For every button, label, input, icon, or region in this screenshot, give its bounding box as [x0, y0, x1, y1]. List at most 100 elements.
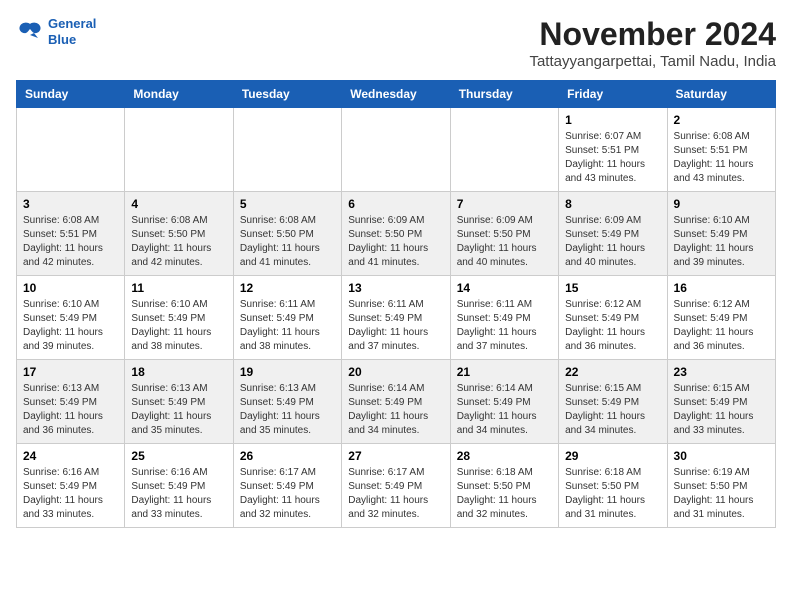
- day-cell: 2 Sunrise: 6:08 AMSunset: 5:51 PMDaylight…: [667, 108, 775, 192]
- day-info: Sunrise: 6:08 AMSunset: 5:50 PMDaylight:…: [240, 214, 335, 270]
- day-info: Sunrise: 6:11 AMSunset: 5:49 PMDaylight:…: [457, 298, 552, 354]
- day-cell: 12 Sunrise: 6:11 AMSunset: 5:49 PMDayligh…: [233, 276, 341, 360]
- day-cell: 13Sunrise: 6:11 AMSunset: 5:49 PMDayligh…: [342, 276, 450, 360]
- day-cell: 1Sunrise: 6:07 AMSunset: 5:51 PMDaylight…: [559, 108, 667, 192]
- calendar-table: SundayMondayTuesdayWednesdayThursdayFrid…: [16, 80, 776, 528]
- day-info: Sunrise: 6:13 AMSunset: 5:49 PMDaylight:…: [131, 382, 226, 438]
- day-info: Sunrise: 6:14 AMSunset: 5:49 PMDaylight:…: [348, 382, 443, 438]
- day-number: 17: [23, 365, 118, 379]
- day-number: 20: [348, 365, 443, 379]
- day-number: 9: [674, 197, 769, 211]
- day-number: 23: [674, 365, 769, 379]
- day-number: 3: [23, 197, 118, 211]
- header-cell-tuesday: Tuesday: [233, 81, 341, 108]
- header-cell-thursday: Thursday: [450, 81, 558, 108]
- day-cell: 20 Sunrise: 6:14 AMSunset: 5:49 PMDayligh…: [342, 360, 450, 444]
- title-block: November 2024 Tattayyangarpettai, Tamil …: [529, 16, 776, 70]
- header-cell-wednesday: Wednesday: [342, 81, 450, 108]
- day-number: 8: [565, 197, 660, 211]
- day-number: 5: [240, 197, 335, 211]
- day-cell: 16 Sunrise: 6:12 AMSunset: 5:49 PMDayligh…: [667, 276, 775, 360]
- day-cell: [342, 108, 450, 192]
- day-number: 6: [348, 197, 443, 211]
- day-info: Sunrise: 6:17 AMSunset: 5:49 PMDaylight:…: [240, 466, 335, 522]
- day-info: Sunrise: 6:11 AMSunset: 5:49 PMDaylight:…: [240, 298, 335, 354]
- day-info: Sunrise: 6:16 AMSunset: 5:49 PMDaylight:…: [131, 466, 226, 522]
- header-cell-sunday: Sunday: [17, 81, 125, 108]
- day-cell: 8 Sunrise: 6:09 AMSunset: 5:49 PMDaylight…: [559, 192, 667, 276]
- day-info: Sunrise: 6:10 AMSunset: 5:49 PMDaylight:…: [131, 298, 226, 354]
- day-number: 19: [240, 365, 335, 379]
- day-cell: 3 Sunrise: 6:08 AMSunset: 5:51 PMDaylight…: [17, 192, 125, 276]
- day-number: 22: [565, 365, 660, 379]
- week-row-1: 1Sunrise: 6:07 AMSunset: 5:51 PMDaylight…: [17, 108, 776, 192]
- week-row-3: 10 Sunrise: 6:10 AMSunset: 5:49 PMDayligh…: [17, 276, 776, 360]
- day-number: 16: [674, 281, 769, 295]
- header-cell-friday: Friday: [559, 81, 667, 108]
- day-info: Sunrise: 6:08 AMSunset: 5:51 PMDaylight:…: [674, 130, 769, 186]
- page-subtitle: Tattayyangarpettai, Tamil Nadu, India: [529, 53, 776, 70]
- day-cell: 26 Sunrise: 6:17 AMSunset: 5:49 PMDayligh…: [233, 444, 341, 528]
- day-number: 28: [457, 449, 552, 463]
- day-cell: 28 Sunrise: 6:18 AMSunset: 5:50 PMDayligh…: [450, 444, 558, 528]
- day-info: Sunrise: 6:16 AMSunset: 5:49 PMDaylight:…: [23, 466, 118, 522]
- day-cell: 19Sunrise: 6:13 AMSunset: 5:49 PMDayligh…: [233, 360, 341, 444]
- day-number: 1: [565, 113, 660, 127]
- day-number: 10: [23, 281, 118, 295]
- day-cell: 25 Sunrise: 6:16 AMSunset: 5:49 PMDayligh…: [125, 444, 233, 528]
- day-cell: 27 Sunrise: 6:17 AMSunset: 5:49 PMDayligh…: [342, 444, 450, 528]
- day-cell: 22Sunrise: 6:15 AMSunset: 5:49 PMDayligh…: [559, 360, 667, 444]
- day-info: Sunrise: 6:09 AMSunset: 5:49 PMDaylight:…: [565, 214, 660, 270]
- logo-blue: Blue: [48, 32, 76, 47]
- day-number: 18: [131, 365, 226, 379]
- day-info: Sunrise: 6:15 AMSunset: 5:49 PMDaylight:…: [674, 382, 769, 438]
- page-header: General Blue November 2024 Tattayyangarp…: [16, 16, 776, 70]
- day-number: 2: [674, 113, 769, 127]
- day-info: Sunrise: 6:08 AMSunset: 5:50 PMDaylight:…: [131, 214, 226, 270]
- day-cell: 17 Sunrise: 6:13 AMSunset: 5:49 PMDayligh…: [17, 360, 125, 444]
- day-cell: 30 Sunrise: 6:19 AMSunset: 5:50 PMDayligh…: [667, 444, 775, 528]
- day-cell: 5 Sunrise: 6:08 AMSunset: 5:50 PMDaylight…: [233, 192, 341, 276]
- day-number: 25: [131, 449, 226, 463]
- day-cell: 6 Sunrise: 6:09 AMSunset: 5:50 PMDaylight…: [342, 192, 450, 276]
- logo-text: General Blue: [48, 16, 96, 47]
- day-number: 24: [23, 449, 118, 463]
- week-row-5: 24 Sunrise: 6:16 AMSunset: 5:49 PMDayligh…: [17, 444, 776, 528]
- day-number: 29: [565, 449, 660, 463]
- day-number: 13: [348, 281, 443, 295]
- day-number: 7: [457, 197, 552, 211]
- logo-bird-icon: [16, 20, 44, 44]
- week-row-4: 17 Sunrise: 6:13 AMSunset: 5:49 PMDayligh…: [17, 360, 776, 444]
- day-info: Sunrise: 6:12 AMSunset: 5:49 PMDaylight:…: [674, 298, 769, 354]
- day-number: 27: [348, 449, 443, 463]
- day-info: Sunrise: 6:19 AMSunset: 5:50 PMDaylight:…: [674, 466, 769, 522]
- day-info: Sunrise: 6:09 AMSunset: 5:50 PMDaylight:…: [348, 214, 443, 270]
- day-cell: 14 Sunrise: 6:11 AMSunset: 5:49 PMDayligh…: [450, 276, 558, 360]
- day-info: Sunrise: 6:17 AMSunset: 5:49 PMDaylight:…: [348, 466, 443, 522]
- page-title: November 2024: [529, 16, 776, 53]
- day-cell: [233, 108, 341, 192]
- day-info: Sunrise: 6:10 AMSunset: 5:49 PMDaylight:…: [23, 298, 118, 354]
- day-info: Sunrise: 6:18 AMSunset: 5:50 PMDaylight:…: [457, 466, 552, 522]
- day-number: 14: [457, 281, 552, 295]
- day-number: 11: [131, 281, 226, 295]
- day-cell: 7 Sunrise: 6:09 AMSunset: 5:50 PMDaylight…: [450, 192, 558, 276]
- day-number: 15: [565, 281, 660, 295]
- header-row: SundayMondayTuesdayWednesdayThursdayFrid…: [17, 81, 776, 108]
- day-info: Sunrise: 6:18 AMSunset: 5:50 PMDaylight:…: [565, 466, 660, 522]
- logo-general: General: [48, 16, 96, 31]
- day-cell: [450, 108, 558, 192]
- day-info: Sunrise: 6:09 AMSunset: 5:50 PMDaylight:…: [457, 214, 552, 270]
- day-number: 26: [240, 449, 335, 463]
- day-cell: 10 Sunrise: 6:10 AMSunset: 5:49 PMDayligh…: [17, 276, 125, 360]
- logo: General Blue: [16, 16, 96, 47]
- day-info: Sunrise: 6:08 AMSunset: 5:51 PMDaylight:…: [23, 214, 118, 270]
- day-cell: 29 Sunrise: 6:18 AMSunset: 5:50 PMDayligh…: [559, 444, 667, 528]
- calendar-header: SundayMondayTuesdayWednesdayThursdayFrid…: [17, 81, 776, 108]
- calendar-body: 1Sunrise: 6:07 AMSunset: 5:51 PMDaylight…: [17, 108, 776, 528]
- day-number: 30: [674, 449, 769, 463]
- day-number: 12: [240, 281, 335, 295]
- day-info: Sunrise: 6:12 AMSunset: 5:49 PMDaylight:…: [565, 298, 660, 354]
- day-cell: 21Sunrise: 6:14 AMSunset: 5:49 PMDayligh…: [450, 360, 558, 444]
- day-info: Sunrise: 6:13 AMSunset: 5:49 PMDaylight:…: [23, 382, 118, 438]
